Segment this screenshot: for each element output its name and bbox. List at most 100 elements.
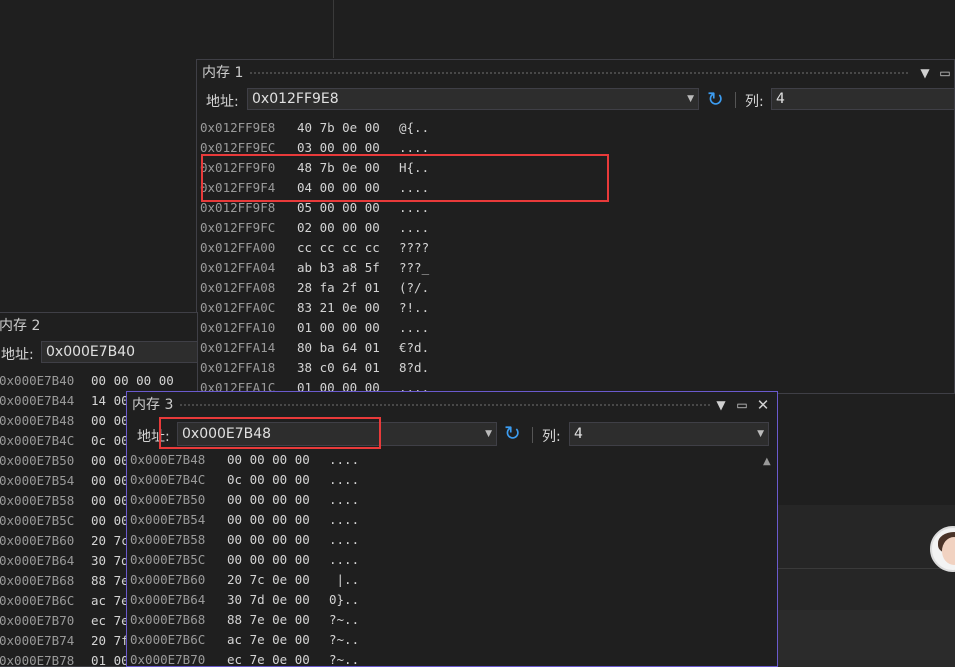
row-ascii[interactable]: .... <box>329 450 359 470</box>
row-hex[interactable]: 00 00 00 00 <box>227 530 329 550</box>
chevron-down-icon[interactable]: ▼ <box>485 423 492 445</box>
row-address: 0x000E7B44 <box>0 393 75 408</box>
row-hex[interactable]: ab b3 a8 5f <box>297 258 399 278</box>
row-address: 0x000E7B48 <box>0 413 75 428</box>
row-hex[interactable]: 30 7d 0e 00 <box>227 590 329 610</box>
row-ascii[interactable]: ?!.. <box>399 298 429 318</box>
row-hex[interactable]: 00 00 00 00 <box>227 490 329 510</box>
row-hex[interactable]: 40 7b 0e 00 <box>297 118 399 138</box>
row-hex[interactable]: 88 7e 0e 00 <box>227 610 329 630</box>
memory-row[interactable]: 0x012FFA10 01 00 00 00.... <box>200 318 954 338</box>
row-address: 0x000E7B40 <box>0 373 75 388</box>
row-ascii[interactable]: ?~.. <box>329 650 359 666</box>
row-ascii[interactable]: |.. <box>329 570 360 590</box>
row-hex[interactable]: 83 21 0e 00 <box>297 298 399 318</box>
memory-row[interactable]: 0x000E7B64 30 7d 0e 00 0}.. <box>130 590 777 610</box>
row-address: 0x012FFA14 <box>200 340 276 355</box>
row-hex[interactable]: ac 7e 0e 00 <box>227 630 329 650</box>
row-ascii[interactable]: .... <box>329 530 359 550</box>
memory-row[interactable]: 0x000E7B40 00 00 00 00 <box>0 371 197 391</box>
row-ascii[interactable]: 8?d. <box>399 358 429 378</box>
memory-row[interactable]: 0x000E7B50 00 00 00 00.... <box>130 490 777 510</box>
memory-row[interactable]: 0x000E7B4C 0c 00 00 00.... <box>130 470 777 490</box>
memory-row[interactable]: 0x000E7B68 88 7e 0e 00 ?~.. <box>130 610 777 630</box>
memory-row[interactable]: 0x012FFA18 38 c0 64 01 8?d. <box>200 358 954 378</box>
highlight-box <box>201 154 609 202</box>
row-hex[interactable]: 0c 00 00 00 <box>227 470 329 490</box>
row-address: 0x000E7B6C <box>130 632 206 647</box>
memory-row[interactable]: 0x012FFA08 28 fa 2f 01 (?/. <box>200 278 954 298</box>
row-ascii[interactable]: .... <box>329 550 359 570</box>
scroll-up-icon[interactable]: ▲ <box>763 456 773 467</box>
row-ascii[interactable]: .... <box>399 318 429 338</box>
row-ascii[interactable]: .... <box>329 470 359 490</box>
row-hex[interactable]: 80 ba 64 01 <box>297 338 399 358</box>
maximize-icon[interactable]: ▭ <box>935 60 954 86</box>
row-ascii[interactable]: (?/. <box>399 278 429 298</box>
row-ascii[interactable]: 0}.. <box>329 590 359 610</box>
address-combo[interactable]: 0x000E7B40 <box>41 341 197 363</box>
row-hex[interactable]: ec 7e 0e 00 <box>227 650 329 666</box>
row-address: 0x000E7B68 <box>0 573 75 588</box>
row-ascii[interactable]: .... <box>399 218 429 238</box>
panel-title-bar[interactable]: 内存 2 <box>0 313 197 339</box>
row-address: 0x012FFA18 <box>200 360 276 375</box>
memory-row[interactable]: 0x012FFA04 ab b3 a8 5f ???_ <box>200 258 954 278</box>
row-hex[interactable]: 28 fa 2f 01 <box>297 278 399 298</box>
memory-row[interactable]: 0x000E7B60 20 7c 0e 00 |.. <box>130 570 777 590</box>
row-ascii[interactable]: €?d. <box>399 338 429 358</box>
memory-row[interactable]: 0x012FFA14 80 ba 64 01 €?d. <box>200 338 954 358</box>
row-ascii[interactable]: ?~.. <box>329 630 359 650</box>
memory-row[interactable]: 0x000E7B5C 00 00 00 00.... <box>130 550 777 570</box>
row-hex[interactable]: cc cc cc cc <box>297 238 399 258</box>
row-ascii[interactable]: ?~.. <box>329 610 359 630</box>
row-hex[interactable]: 00 00 00 00 <box>91 371 191 391</box>
row-hex[interactable]: 38 c0 64 01 <box>297 358 399 378</box>
memory-row[interactable]: 0x000E7B58 00 00 00 00.... <box>130 530 777 550</box>
columns-combo[interactable]: 4 <box>771 88 954 110</box>
row-ascii[interactable]: ???? <box>399 238 429 258</box>
memory-row[interactable]: 0x000E7B54 00 00 00 00.... <box>130 510 777 530</box>
memory-row[interactable]: 0x012FF9E8 40 7b 0e 00 @{.. <box>200 118 954 138</box>
row-address: 0x000E7B54 <box>0 473 75 488</box>
memory-row[interactable]: 0x000E7B48 00 00 00 00.... <box>130 450 777 470</box>
row-ascii[interactable]: .... <box>329 490 359 510</box>
refresh-icon[interactable]: ↻ <box>707 87 724 111</box>
memory-row[interactable]: 0x012FFA0C 83 21 0e 00?!.. <box>200 298 954 318</box>
chevron-down-icon[interactable]: ▼ <box>711 392 731 418</box>
memory-row[interactable]: 0x000E7B6C ac 7e 0e 00 ?~.. <box>130 630 777 650</box>
memory-row[interactable]: 0x000E7B70 ec 7e 0e 00 ?~.. <box>130 650 777 666</box>
chevron-down-icon[interactable]: ▼ <box>687 89 694 109</box>
row-address: 0x012FF9FC <box>200 220 276 235</box>
row-address: 0x000E7B5C <box>130 552 206 567</box>
memory-row[interactable]: 0x012FFA00 cc cc cc cc???? <box>200 238 954 258</box>
columns-value: 4 <box>574 426 583 442</box>
maximize-icon[interactable]: ▭ <box>732 392 752 418</box>
address-label: 地址: <box>1 347 34 363</box>
row-hex[interactable]: 00 00 00 00 <box>227 450 329 470</box>
row-hex[interactable]: 01 00 00 00 <box>297 318 399 338</box>
row-hex[interactable]: 00 00 00 00 <box>227 550 329 570</box>
divider <box>778 568 955 569</box>
refresh-icon[interactable]: ↻ <box>504 421 521 445</box>
memory-window-1: 内存 1 ▼ ▭ 地址: 0x012FF9E8 ▼ ↻ 列: 4 0x012FF… <box>196 59 955 394</box>
memory-rows: 0x000E7B48 00 00 00 00.... 0x000E7B4C 0c 00… <box>127 450 777 666</box>
address-combo[interactable]: 0x012FF9E8 ▼ <box>247 88 699 110</box>
row-address: 0x000E7B48 <box>130 452 206 467</box>
chevron-down-icon[interactable]: ▼ <box>915 60 935 86</box>
row-ascii[interactable]: ???_ <box>399 258 429 278</box>
panel-title-bar[interactable]: 内存 1 ▼ ▭ <box>197 60 954 86</box>
row-hex[interactable]: 20 7c 0e 00 <box>227 570 329 590</box>
row-hex[interactable]: 02 00 00 00 <box>297 218 399 238</box>
columns-combo[interactable]: 4 ▼ <box>569 422 769 446</box>
panel-title-bar[interactable]: 内存 3 ▼ ▭ ✕ <box>127 392 777 418</box>
chevron-down-icon[interactable]: ▼ <box>757 423 764 445</box>
row-address: 0x000E7B5C <box>0 513 75 528</box>
row-hex[interactable]: 00 00 00 00 <box>227 510 329 530</box>
columns-label: 列: <box>745 94 764 110</box>
close-icon[interactable]: ✕ <box>753 392 773 418</box>
row-ascii[interactable]: @{.. <box>399 118 429 138</box>
memory-row[interactable]: 0x012FF9FC 02 00 00 00.... <box>200 218 954 238</box>
drag-grip <box>249 72 909 74</box>
row-ascii[interactable]: .... <box>329 510 359 530</box>
